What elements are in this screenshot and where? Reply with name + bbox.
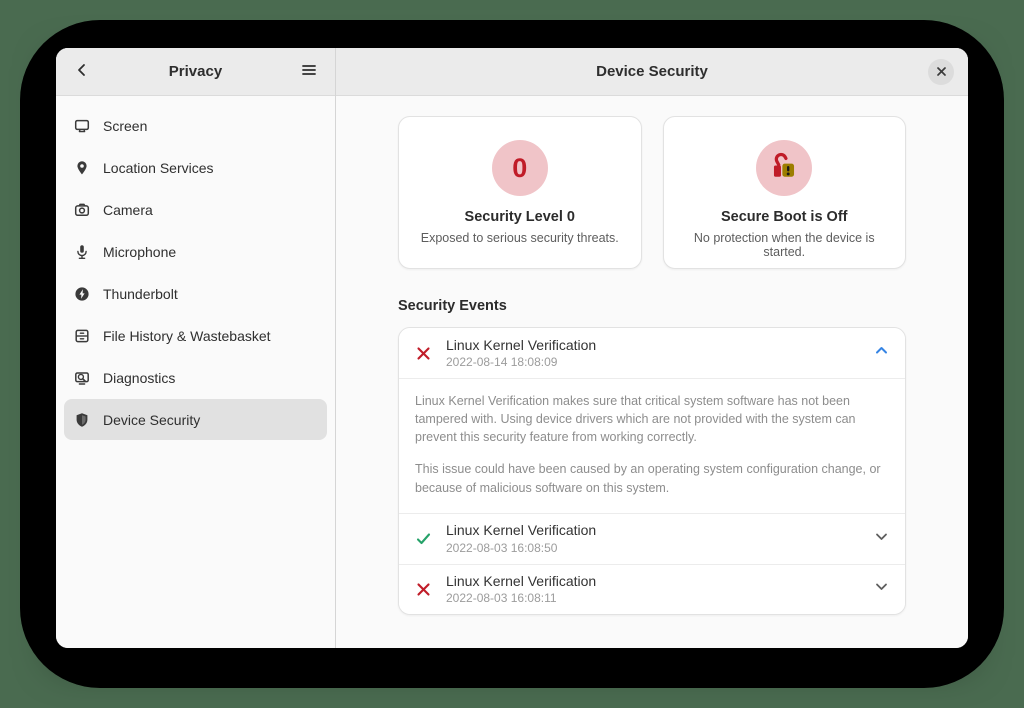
chevron-left-icon xyxy=(75,63,89,80)
settings-window: Privacy Screen Location Services Camera … xyxy=(56,48,968,648)
sidebar-item-microphone[interactable]: Microphone xyxy=(64,231,327,272)
event-description: Linux Kernel Verification makes sure tha… xyxy=(399,378,905,514)
sidebar-item-diagnostics[interactable]: Diagnostics xyxy=(64,357,327,398)
sidebar-item-location-services[interactable]: Location Services xyxy=(64,147,327,188)
event-timestamp: 2022-08-03 16:08:11 xyxy=(446,591,557,606)
sidebar-header: Privacy xyxy=(56,48,335,96)
event-description-paragraph: This issue could have been caused by an … xyxy=(415,462,881,495)
event-row[interactable]: Linux Kernel Verification 2022-08-03 16:… xyxy=(399,513,905,564)
status-cards: 0 Security Level 0 Exposed to serious se… xyxy=(398,116,906,269)
event-timestamp: 2022-08-03 16:08:50 xyxy=(446,540,558,555)
diagnostics-icon xyxy=(74,370,90,386)
sidebar-item-label: Camera xyxy=(103,201,153,218)
events-heading: Security Events xyxy=(398,298,507,314)
sidebar-item-label: File History & Wastebasket xyxy=(103,327,271,344)
sidebar-item-label: Location Services xyxy=(103,159,214,176)
fail-cross-icon xyxy=(415,345,432,362)
event-text: Linux Kernel Verification 2022-08-03 16:… xyxy=(446,573,860,606)
card-subtitle: No protection when the device is started… xyxy=(693,231,875,259)
security-level-value: 0 xyxy=(512,152,528,183)
sidebar-item-label: Thunderbolt xyxy=(103,285,178,302)
sidebar-item-label: Screen xyxy=(103,117,148,134)
unlocked-warning-icon xyxy=(770,152,798,185)
thunderbolt-icon xyxy=(74,286,90,302)
sidebar-title: Privacy xyxy=(168,63,223,80)
page-title: Device Security xyxy=(596,63,708,80)
drawer-icon xyxy=(74,328,90,344)
event-text: Linux Kernel Verification 2022-08-14 18:… xyxy=(446,337,860,370)
location-icon xyxy=(74,160,90,176)
event-description-paragraph: Linux Kernel Verification makes sure tha… xyxy=(415,394,856,445)
card-title: Security Level 0 xyxy=(464,209,575,225)
sidebar: Privacy Screen Location Services Camera … xyxy=(56,48,336,648)
event-title: Linux Kernel Verification xyxy=(446,572,597,589)
sidebar-item-screen[interactable]: Screen xyxy=(64,105,327,146)
sidebar-item-device-security[interactable]: Device Security xyxy=(64,399,327,440)
security-level-badge: 0 xyxy=(491,140,548,196)
sidebar-item-label: Microphone xyxy=(103,243,177,260)
sidebar-item-thunderbolt[interactable]: Thunderbolt xyxy=(64,273,327,314)
card-title: Secure Boot is Off xyxy=(721,209,848,225)
chevron-down-icon[interactable] xyxy=(874,579,889,599)
event-row[interactable]: Linux Kernel Verification 2022-08-03 16:… xyxy=(399,563,905,614)
camera-icon xyxy=(74,202,90,218)
main-header: Device Security xyxy=(336,48,968,96)
event-title: Linux Kernel Verification xyxy=(446,522,597,539)
main-content: 0 Security Level 0 Exposed to serious se… xyxy=(336,96,968,648)
hamburger-icon xyxy=(301,63,317,80)
security-events-list: Linux Kernel Verification 2022-08-14 18:… xyxy=(398,327,906,615)
security-level-card: 0 Security Level 0 Exposed to serious se… xyxy=(398,116,642,269)
secure-boot-card: Secure Boot is Off No protection when th… xyxy=(662,116,906,269)
sidebar-list: Screen Location Services Camera Micropho… xyxy=(56,96,335,450)
menu-button[interactable] xyxy=(293,56,325,88)
card-subtitle: Exposed to serious security threats. xyxy=(420,231,619,245)
event-timestamp: 2022-08-14 18:08:09 xyxy=(446,355,558,370)
display-icon xyxy=(74,118,90,134)
fail-cross-icon xyxy=(415,581,432,598)
sidebar-item-label: Diagnostics xyxy=(103,369,176,386)
close-button[interactable] xyxy=(928,59,954,85)
sidebar-item-camera[interactable]: Camera xyxy=(64,189,327,230)
chevron-up-icon[interactable] xyxy=(874,343,889,363)
main-panel: Device Security 0 Security Level 0 Expos… xyxy=(336,48,968,648)
event-title: Linux Kernel Verification xyxy=(446,336,597,353)
close-icon xyxy=(936,65,947,80)
sidebar-item-file-history[interactable]: File History & Wastebasket xyxy=(64,315,327,356)
event-row-expanded[interactable]: Linux Kernel Verification 2022-08-14 18:… xyxy=(399,328,905,378)
pass-check-icon xyxy=(415,530,432,547)
secure-boot-badge xyxy=(756,140,813,196)
event-text: Linux Kernel Verification 2022-08-03 16:… xyxy=(446,522,860,555)
microphone-icon xyxy=(74,244,90,260)
chevron-down-icon[interactable] xyxy=(874,529,889,549)
shield-icon xyxy=(74,412,90,428)
sidebar-item-label: Device Security xyxy=(103,411,201,428)
back-button[interactable] xyxy=(66,56,98,88)
